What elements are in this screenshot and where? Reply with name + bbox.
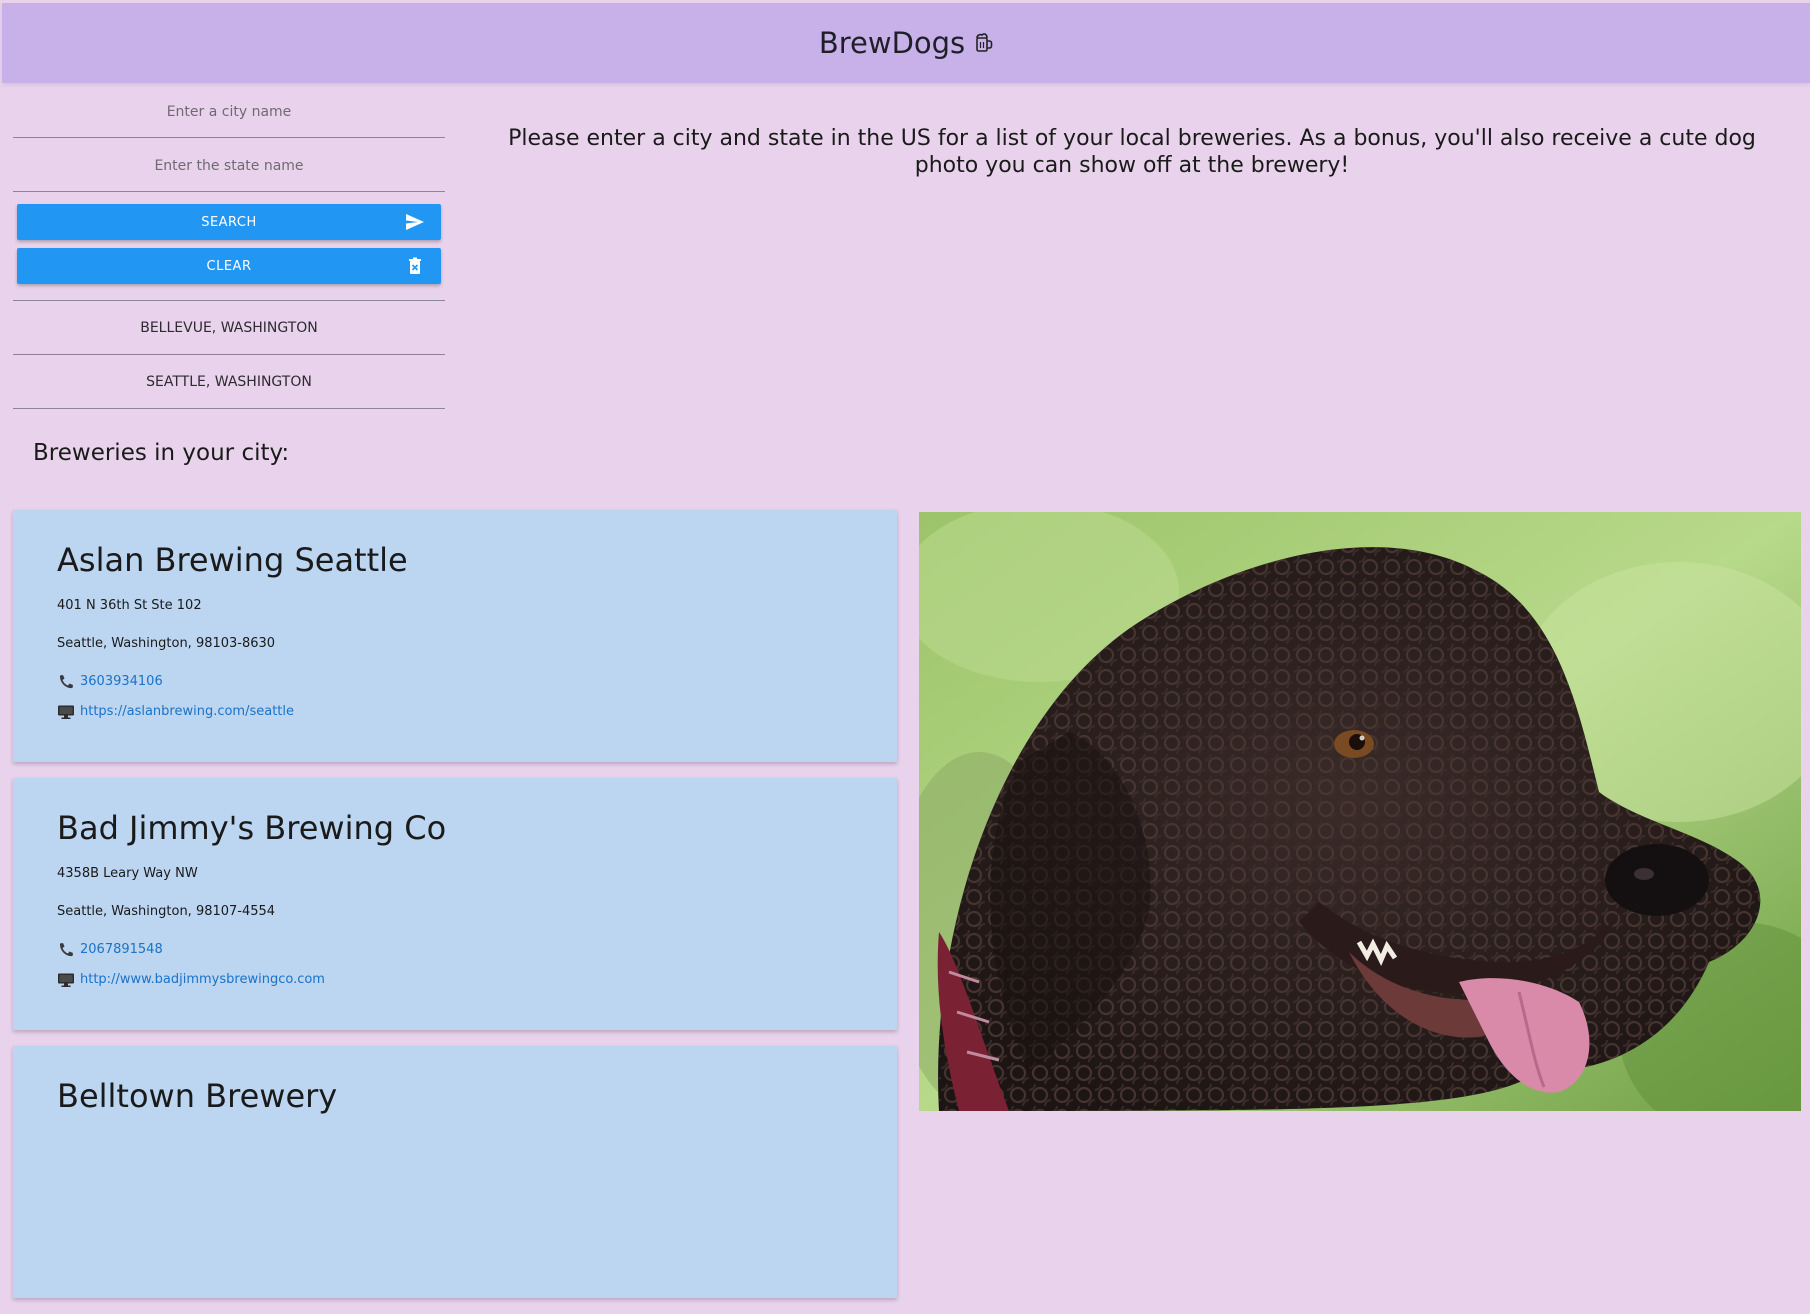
phone-row: 2067891548 [57,942,853,958]
results-heading: Breweries in your city: [33,440,290,466]
brewery-name: Belltown Brewery [57,1077,338,1115]
history-item[interactable]: BELLEVUE, WASHINGTON [13,301,445,355]
phone-row: 3603934106 [57,674,853,690]
phone-link[interactable]: 3603934106 [80,674,163,690]
brewery-card: Belltown Brewery [13,1046,897,1298]
search-button-label: SEARCH [201,214,257,230]
history-item-label: SEATTLE, WASHINGTON [146,373,312,390]
beer-mug-icon [976,33,993,52]
history-item-label: BELLEVUE, WASHINGTON [140,319,318,336]
computer-monitor-icon [58,973,74,987]
brewery-name: Bad Jimmy's Brewing Co [57,809,447,847]
website-link[interactable]: http://www.badjimmysbrewingco.com [80,972,325,988]
phone-link[interactable]: 2067891548 [80,942,163,958]
clear-button[interactable]: CLEAR [17,248,441,284]
phone-icon [59,943,73,957]
city-input[interactable] [13,103,445,121]
state-input[interactable] [13,157,445,175]
brand: BrewDogs [819,26,993,60]
brewery-card: Bad Jimmy's Brewing Co 4358B Leary Way N… [13,778,897,1030]
search-sidebar: SEARCH CLEAR BELLEVUE, WASHINGTON SEATTL… [13,87,445,409]
brewery-street: 4358B Leary Way NW [57,866,198,881]
website-link[interactable]: https://aslanbrewing.com/seattle [80,704,294,720]
brewery-city-line: Seattle, Washington, 98103-8630 [57,636,276,651]
trash-icon [409,257,421,274]
computer-monitor-icon [58,705,74,719]
state-field [13,141,445,192]
brewery-card: Aslan Brewing Seattle 401 N 36th St Ste … [13,510,897,762]
intro-text: Please enter a city and state in the US … [508,126,1756,178]
dog-photo [919,512,1801,1111]
brewery-name: Aslan Brewing Seattle [57,541,408,579]
brewery-city-line: Seattle, Washington, 98107-4554 [57,904,276,919]
app-root: BrewDogs SEARCH CLEAR [2,3,1810,1298]
website-row: https://aslanbrewing.com/seattle [57,704,853,720]
city-field [13,87,445,138]
app-title: BrewDogs [818,26,966,60]
top-bar: BrewDogs [2,3,1810,83]
phone-icon [59,675,73,689]
dog-photo-image [919,512,1801,1111]
brewery-street: 401 N 36th St Ste 102 [57,598,202,613]
send-icon [406,214,424,230]
search-history: BELLEVUE, WASHINGTON SEATTLE, WASHINGTON [13,300,445,409]
history-item[interactable]: SEATTLE, WASHINGTON [13,355,445,409]
clear-button-label: CLEAR [206,258,252,274]
brewery-list: Aslan Brewing Seattle 401 N 36th St Ste … [13,510,897,1314]
search-button[interactable]: SEARCH [17,204,441,240]
website-row: http://www.badjimmysbrewingco.com [57,972,853,988]
